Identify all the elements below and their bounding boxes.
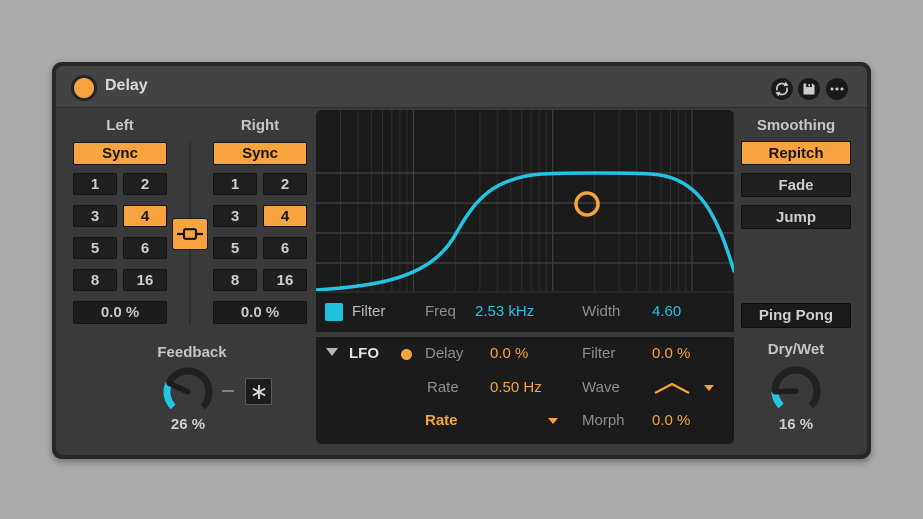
smoothing-option-jump[interactable]: Jump bbox=[741, 205, 851, 229]
feedback-value[interactable]: 26 % bbox=[160, 416, 216, 433]
lfo-filter-value[interactable]: 0.0 % bbox=[652, 344, 690, 364]
lfo-delay-value[interactable]: 0.0 % bbox=[490, 344, 528, 364]
left-offset-field[interactable]: 0.0 % bbox=[73, 301, 167, 324]
ellipsis-icon bbox=[829, 86, 845, 92]
beat-button-right-4[interactable]: 4 bbox=[263, 205, 307, 227]
lfo-collapse-triangle-icon[interactable] bbox=[326, 348, 338, 356]
lfo-target-chooser[interactable]: Rate bbox=[425, 411, 458, 431]
beat-button-left-1[interactable]: 1 bbox=[73, 173, 117, 195]
lfo-rate-value[interactable]: 0.50 Hz bbox=[490, 378, 542, 398]
feedback-label: Feedback bbox=[145, 344, 239, 361]
freeze-button[interactable] bbox=[245, 378, 272, 405]
right-sync-button[interactable]: Sync bbox=[213, 142, 307, 165]
filter-enable-checkbox[interactable] bbox=[325, 303, 343, 321]
beat-button-right-2[interactable]: 2 bbox=[263, 173, 307, 195]
lfo-filter-label: Filter bbox=[582, 344, 615, 364]
more-options-button[interactable] bbox=[826, 78, 848, 100]
filter-label: Filter bbox=[352, 302, 385, 322]
left-channel-label: Left bbox=[73, 117, 167, 134]
smoothing-label: Smoothing bbox=[741, 117, 851, 134]
save-preset-button[interactable] bbox=[798, 78, 820, 100]
dry-wet-value[interactable]: 16 % bbox=[768, 416, 824, 433]
lfo-wave-chooser[interactable] bbox=[654, 381, 690, 400]
device-title: Delay bbox=[105, 77, 148, 95]
left-sync-button[interactable]: Sync bbox=[73, 142, 167, 165]
delay-device: Delay bbox=[52, 62, 871, 459]
lfo-rate-label: Rate bbox=[427, 378, 459, 398]
dry-wet-label: Dry/Wet bbox=[741, 341, 851, 358]
filter-row: Filter Freq 2.53 kHz Width 4.60 bbox=[316, 291, 734, 332]
ping-pong-button[interactable]: Ping Pong bbox=[741, 303, 851, 328]
beat-button-right-3[interactable]: 3 bbox=[213, 205, 257, 227]
lfo-delay-label: Delay bbox=[425, 344, 463, 364]
beat-button-left-16[interactable]: 16 bbox=[123, 269, 167, 291]
lfo-wave-label: Wave bbox=[582, 378, 620, 398]
device-panel: Delay bbox=[56, 66, 867, 455]
filter-display-panel: Filter Freq 2.53 kHz Width 4.60 bbox=[316, 110, 734, 332]
beat-button-left-6[interactable]: 6 bbox=[123, 237, 167, 259]
hot-swap-icon bbox=[773, 80, 791, 98]
smoothing-options: Repitch Fade Jump bbox=[741, 141, 851, 231]
beat-button-left-3[interactable]: 3 bbox=[73, 205, 117, 227]
lfo-morph-label: Morph bbox=[582, 411, 625, 431]
left-beat-grid: 1234568 16 bbox=[73, 173, 167, 291]
target-dropdown-arrow-icon[interactable] bbox=[548, 418, 558, 424]
beat-button-right-8[interactable]: 8 bbox=[213, 269, 257, 291]
freeze-connector bbox=[222, 390, 234, 392]
lfo-morph-value[interactable]: 0.0 % bbox=[652, 411, 690, 431]
smoothing-option-repitch[interactable]: Repitch bbox=[741, 141, 851, 165]
link-icon bbox=[176, 226, 204, 242]
right-beat-grid: 1234568 16 bbox=[213, 173, 307, 291]
freq-label: Freq bbox=[425, 302, 456, 322]
beat-button-left-2[interactable]: 2 bbox=[123, 173, 167, 195]
beat-button-right-6[interactable]: 6 bbox=[263, 237, 307, 259]
beat-button-right-1[interactable]: 1 bbox=[213, 173, 257, 195]
lfo-panel: LFO Delay 0.0 % Filter 0.0 % Rate 0.50 H… bbox=[316, 337, 734, 444]
beat-button-right-16[interactable]: 16 bbox=[263, 269, 307, 291]
triangle-wave-icon bbox=[654, 381, 690, 395]
freq-value[interactable]: 2.53 kHz bbox=[475, 302, 534, 322]
filter-frequency-graph[interactable] bbox=[316, 110, 734, 291]
screen: Delay bbox=[0, 0, 923, 519]
filter-curve bbox=[316, 173, 734, 290]
right-channel-label: Right bbox=[213, 117, 307, 134]
beat-button-left-4[interactable]: 4 bbox=[123, 205, 167, 227]
feedback-knob[interactable] bbox=[160, 364, 216, 420]
beat-button-right-5[interactable]: 5 bbox=[213, 237, 257, 259]
save-icon bbox=[802, 82, 816, 96]
device-activator-toggle[interactable] bbox=[71, 75, 97, 101]
dry-wet-knob[interactable] bbox=[768, 363, 824, 419]
width-label: Width bbox=[582, 302, 620, 322]
beat-button-left-5[interactable]: 5 bbox=[73, 237, 117, 259]
smoothing-option-fade[interactable]: Fade bbox=[741, 173, 851, 197]
wave-dropdown-arrow-icon[interactable] bbox=[704, 385, 714, 391]
asterisk-icon bbox=[251, 384, 267, 400]
lfo-led[interactable] bbox=[401, 349, 412, 360]
hot-swap-button[interactable] bbox=[771, 78, 793, 100]
stereo-link-button[interactable] bbox=[172, 218, 208, 250]
width-value[interactable]: 4.60 bbox=[652, 302, 681, 322]
beat-button-left-8[interactable]: 8 bbox=[73, 269, 117, 291]
device-title-bar: Delay bbox=[56, 66, 867, 108]
right-offset-field[interactable]: 0.0 % bbox=[213, 301, 307, 324]
lfo-label: LFO bbox=[349, 344, 379, 364]
